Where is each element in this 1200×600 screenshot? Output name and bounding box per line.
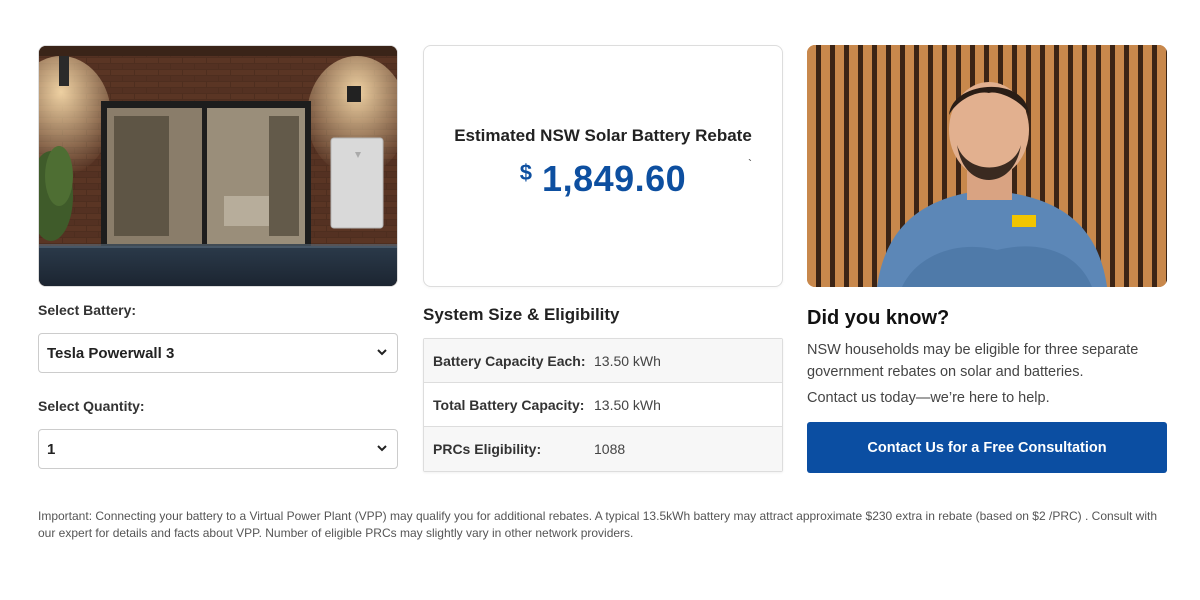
did-you-know-title: Did you know? — [807, 307, 950, 329]
row-label: PRCs Eligibility: — [433, 441, 542, 457]
quantity-select-label: Select Quantity: — [38, 398, 145, 414]
table-row: PRCs Eligibility: 1088 — [424, 427, 782, 471]
row-value: 13.50 kWh — [594, 396, 661, 413]
battery-select-value: Tesla Powerwall 3 — [47, 344, 175, 362]
battery-selector-column: Select Battery: Tesla Powerwall 3 Select… — [38, 45, 398, 469]
chevron-down-icon — [377, 443, 387, 455]
row-label: Total Battery Capacity: — [433, 396, 585, 413]
row-value: 13.50 kWh — [594, 352, 661, 369]
row-value: 1088 — [594, 441, 626, 457]
house-battery-photo — [38, 45, 398, 287]
rebate-card: Estimated NSW Solar Battery Rebate $ 1,8… — [423, 45, 783, 287]
system-section-title: System Size & Eligibility — [423, 305, 620, 324]
rebate-amount: $ 1,849.60 — [520, 158, 686, 200]
eligibility-table: Battery Capacity Each: 13.50 kWh Total B… — [423, 338, 783, 472]
stray-mark: ` — [748, 157, 752, 171]
contact-text: Contact us today—we’re here to help. — [807, 390, 1050, 406]
chevron-down-icon — [377, 347, 387, 359]
battery-select-label: Select Battery: — [38, 302, 137, 318]
rebate-currency: $ — [519, 160, 533, 185]
quantity-select-value: 1 — [47, 440, 56, 458]
rebate-summary-column: Estimated NSW Solar Battery Rebate $ 1,8… — [423, 45, 783, 472]
contact-consultation-button[interactable]: Contact Us for a Free Consultation — [807, 422, 1167, 473]
consultant-photo — [807, 45, 1167, 287]
rebate-info-text: NSW households may be eligible for three… — [807, 342, 1139, 380]
info-column: Did you know? NSW households may be elig… — [807, 45, 1167, 473]
table-row: Total Battery Capacity: 13.50 kWh — [424, 383, 782, 427]
table-row: Battery Capacity Each: 13.50 kWh — [424, 339, 782, 383]
rebate-value: 1,849.60 — [542, 158, 687, 199]
row-label: Battery Capacity Each: — [433, 352, 586, 369]
quantity-select[interactable]: 1 — [38, 429, 398, 469]
rebate-title: Estimated NSW Solar Battery Rebate — [454, 126, 752, 145]
battery-select[interactable]: Tesla Powerwall 3 — [38, 333, 398, 373]
vpp-footnote: Important: Connecting your battery to a … — [38, 509, 1158, 540]
